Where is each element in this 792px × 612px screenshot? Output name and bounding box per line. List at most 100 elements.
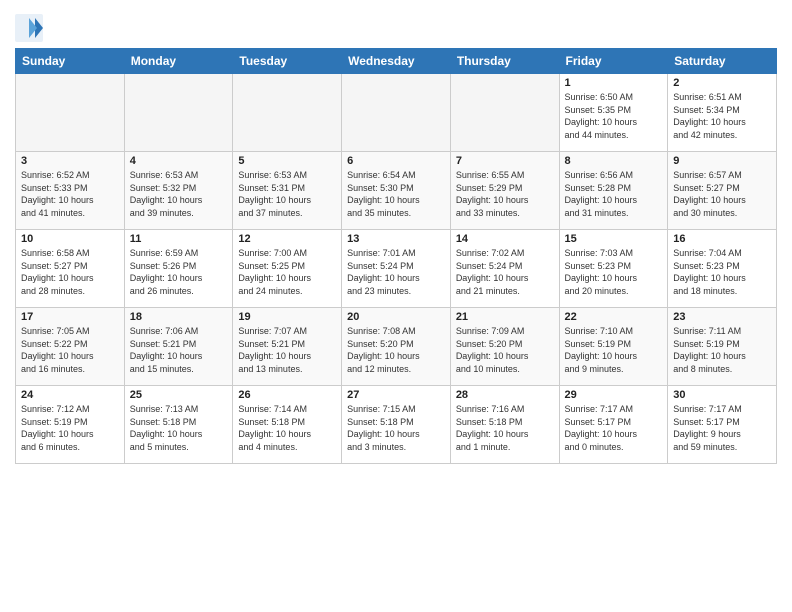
weekday-header-thursday: Thursday bbox=[450, 49, 559, 74]
day-info: Sunrise: 6:53 AM Sunset: 5:31 PM Dayligh… bbox=[238, 169, 336, 219]
calendar-cell bbox=[450, 74, 559, 152]
day-number: 26 bbox=[238, 389, 336, 401]
day-number: 25 bbox=[130, 389, 228, 401]
calendar-cell: 21 Sunrise: 7:09 AM Sunset: 5:20 PM Dayli… bbox=[450, 308, 559, 386]
calendar-cell: 29Sunrise: 7:17 AM Sunset: 5:17 PM Dayli… bbox=[559, 386, 668, 464]
day-number: 7 bbox=[456, 155, 554, 167]
calendar-cell: 9 Sunrise: 6:57 AM Sunset: 5:27 PM Daylig… bbox=[668, 152, 777, 230]
day-info: Sunrise: 6:51 AM Sunset: 5:34 PM Dayligh… bbox=[673, 91, 771, 141]
day-info: Sunrise: 7:05 AM Sunset: 5:22 PM Dayligh… bbox=[21, 325, 119, 375]
day-number: 18 bbox=[130, 311, 228, 323]
day-number: 17 bbox=[21, 311, 119, 323]
day-number: 1 bbox=[565, 77, 663, 89]
calendar-cell bbox=[342, 74, 451, 152]
calendar-table: SundayMondayTuesdayWednesdayThursdayFrid… bbox=[15, 48, 777, 464]
day-info: Sunrise: 6:50 AM Sunset: 5:35 PM Dayligh… bbox=[565, 91, 663, 141]
calendar-cell: 26 Sunrise: 7:14 AM Sunset: 5:18 PM Dayli… bbox=[233, 386, 342, 464]
day-number: 20 bbox=[347, 311, 445, 323]
calendar-cell: 20 Sunrise: 7:08 AM Sunset: 5:20 PM Dayli… bbox=[342, 308, 451, 386]
day-number: 4 bbox=[130, 155, 228, 167]
logo bbox=[15, 14, 46, 42]
day-info: Sunrise: 7:17 AM Sunset: 5:17 PM Dayligh… bbox=[565, 403, 663, 453]
day-info: Sunrise: 7:13 AM Sunset: 5:18 PM Dayligh… bbox=[130, 403, 228, 453]
day-info: Sunrise: 6:53 AM Sunset: 5:32 PM Dayligh… bbox=[130, 169, 228, 219]
calendar-cell: 30 Sunrise: 7:17 AM Sunset: 5:17 PM Dayli… bbox=[668, 386, 777, 464]
calendar-cell: 8 Sunrise: 6:56 AM Sunset: 5:28 PM Daylig… bbox=[559, 152, 668, 230]
calendar-cell: 4 Sunrise: 6:53 AM Sunset: 5:32 PM Daylig… bbox=[124, 152, 233, 230]
calendar-cell: 3 Sunrise: 6:52 AM Sunset: 5:33 PM Daylig… bbox=[16, 152, 125, 230]
day-number: 9 bbox=[673, 155, 771, 167]
calendar-cell: 10 Sunrise: 6:58 AM Sunset: 5:27 PM Dayli… bbox=[16, 230, 125, 308]
calendar-cell: 25 Sunrise: 7:13 AM Sunset: 5:18 PM Dayli… bbox=[124, 386, 233, 464]
day-info: Sunrise: 7:00 AM Sunset: 5:25 PM Dayligh… bbox=[238, 247, 336, 297]
day-number: 5 bbox=[238, 155, 336, 167]
weekday-header-tuesday: Tuesday bbox=[233, 49, 342, 74]
day-number: 2 bbox=[673, 77, 771, 89]
day-info: Sunrise: 7:14 AM Sunset: 5:18 PM Dayligh… bbox=[238, 403, 336, 453]
weekday-header-sunday: Sunday bbox=[16, 49, 125, 74]
day-number: 10 bbox=[21, 233, 119, 245]
calendar-cell: 16 Sunrise: 7:04 AM Sunset: 5:23 PM Dayli… bbox=[668, 230, 777, 308]
calendar-cell: 15 Sunrise: 7:03 AM Sunset: 5:23 PM Dayli… bbox=[559, 230, 668, 308]
page-container: SundayMondayTuesdayWednesdayThursdayFrid… bbox=[0, 0, 792, 474]
day-info: Sunrise: 7:12 AM Sunset: 5:19 PM Dayligh… bbox=[21, 403, 119, 453]
day-number: 22 bbox=[565, 311, 663, 323]
day-info: Sunrise: 7:17 AM Sunset: 5:17 PM Dayligh… bbox=[673, 403, 771, 453]
day-info: Sunrise: 7:09 AM Sunset: 5:20 PM Dayligh… bbox=[456, 325, 554, 375]
day-info: Sunrise: 7:01 AM Sunset: 5:24 PM Dayligh… bbox=[347, 247, 445, 297]
calendar-cell: 12 Sunrise: 7:00 AM Sunset: 5:25 PM Dayli… bbox=[233, 230, 342, 308]
day-number: 16 bbox=[673, 233, 771, 245]
calendar-cell: 7 Sunrise: 6:55 AM Sunset: 5:29 PM Daylig… bbox=[450, 152, 559, 230]
calendar-cell: 1 Sunrise: 6:50 AM Sunset: 5:35 PM Daylig… bbox=[559, 74, 668, 152]
day-info: Sunrise: 7:08 AM Sunset: 5:20 PM Dayligh… bbox=[347, 325, 445, 375]
day-info: Sunrise: 7:11 AM Sunset: 5:19 PM Dayligh… bbox=[673, 325, 771, 375]
day-info: Sunrise: 7:07 AM Sunset: 5:21 PM Dayligh… bbox=[238, 325, 336, 375]
calendar-cell: 13 Sunrise: 7:01 AM Sunset: 5:24 PM Dayli… bbox=[342, 230, 451, 308]
day-number: 27 bbox=[347, 389, 445, 401]
day-info: Sunrise: 7:10 AM Sunset: 5:19 PM Dayligh… bbox=[565, 325, 663, 375]
calendar-cell: 5 Sunrise: 6:53 AM Sunset: 5:31 PM Daylig… bbox=[233, 152, 342, 230]
day-info: Sunrise: 7:02 AM Sunset: 5:24 PM Dayligh… bbox=[456, 247, 554, 297]
weekday-header-friday: Friday bbox=[559, 49, 668, 74]
logo-icon bbox=[15, 14, 43, 42]
day-info: Sunrise: 6:52 AM Sunset: 5:33 PM Dayligh… bbox=[21, 169, 119, 219]
calendar-cell: 18 Sunrise: 7:06 AM Sunset: 5:21 PM Dayli… bbox=[124, 308, 233, 386]
day-info: Sunrise: 7:16 AM Sunset: 5:18 PM Dayligh… bbox=[456, 403, 554, 453]
day-info: Sunrise: 6:54 AM Sunset: 5:30 PM Dayligh… bbox=[347, 169, 445, 219]
calendar-cell: 23 Sunrise: 7:11 AM Sunset: 5:19 PM Dayli… bbox=[668, 308, 777, 386]
day-info: Sunrise: 7:06 AM Sunset: 5:21 PM Dayligh… bbox=[130, 325, 228, 375]
day-number: 30 bbox=[673, 389, 771, 401]
day-number: 24 bbox=[21, 389, 119, 401]
day-number: 21 bbox=[456, 311, 554, 323]
day-number: 15 bbox=[565, 233, 663, 245]
day-info: Sunrise: 7:04 AM Sunset: 5:23 PM Dayligh… bbox=[673, 247, 771, 297]
calendar-cell: 27 Sunrise: 7:15 AM Sunset: 5:18 PM Dayli… bbox=[342, 386, 451, 464]
day-number: 28 bbox=[456, 389, 554, 401]
calendar-cell bbox=[16, 74, 125, 152]
day-number: 19 bbox=[238, 311, 336, 323]
day-info: Sunrise: 6:57 AM Sunset: 5:27 PM Dayligh… bbox=[673, 169, 771, 219]
day-number: 6 bbox=[347, 155, 445, 167]
calendar-cell: 19 Sunrise: 7:07 AM Sunset: 5:21 PM Dayli… bbox=[233, 308, 342, 386]
calendar-cell: 14 Sunrise: 7:02 AM Sunset: 5:24 PM Dayli… bbox=[450, 230, 559, 308]
calendar-cell: 28 Sunrise: 7:16 AM Sunset: 5:18 PM Dayli… bbox=[450, 386, 559, 464]
day-number: 23 bbox=[673, 311, 771, 323]
day-number: 13 bbox=[347, 233, 445, 245]
day-number: 8 bbox=[565, 155, 663, 167]
weekday-header-saturday: Saturday bbox=[668, 49, 777, 74]
day-number: 14 bbox=[456, 233, 554, 245]
calendar-cell bbox=[233, 74, 342, 152]
day-info: Sunrise: 6:55 AM Sunset: 5:29 PM Dayligh… bbox=[456, 169, 554, 219]
weekday-header-wednesday: Wednesday bbox=[342, 49, 451, 74]
calendar-cell: 22 Sunrise: 7:10 AM Sunset: 5:19 PM Dayli… bbox=[559, 308, 668, 386]
day-info: Sunrise: 7:15 AM Sunset: 5:18 PM Dayligh… bbox=[347, 403, 445, 453]
day-info: Sunrise: 7:03 AM Sunset: 5:23 PM Dayligh… bbox=[565, 247, 663, 297]
day-info: Sunrise: 6:56 AM Sunset: 5:28 PM Dayligh… bbox=[565, 169, 663, 219]
day-info: Sunrise: 6:58 AM Sunset: 5:27 PM Dayligh… bbox=[21, 247, 119, 297]
calendar-cell: 6 Sunrise: 6:54 AM Sunset: 5:30 PM Daylig… bbox=[342, 152, 451, 230]
day-info: Sunrise: 6:59 AM Sunset: 5:26 PM Dayligh… bbox=[130, 247, 228, 297]
calendar-cell: 17 Sunrise: 7:05 AM Sunset: 5:22 PM Dayli… bbox=[16, 308, 125, 386]
day-number: 3 bbox=[21, 155, 119, 167]
day-number: 12 bbox=[238, 233, 336, 245]
calendar-cell: 2 Sunrise: 6:51 AM Sunset: 5:34 PM Daylig… bbox=[668, 74, 777, 152]
